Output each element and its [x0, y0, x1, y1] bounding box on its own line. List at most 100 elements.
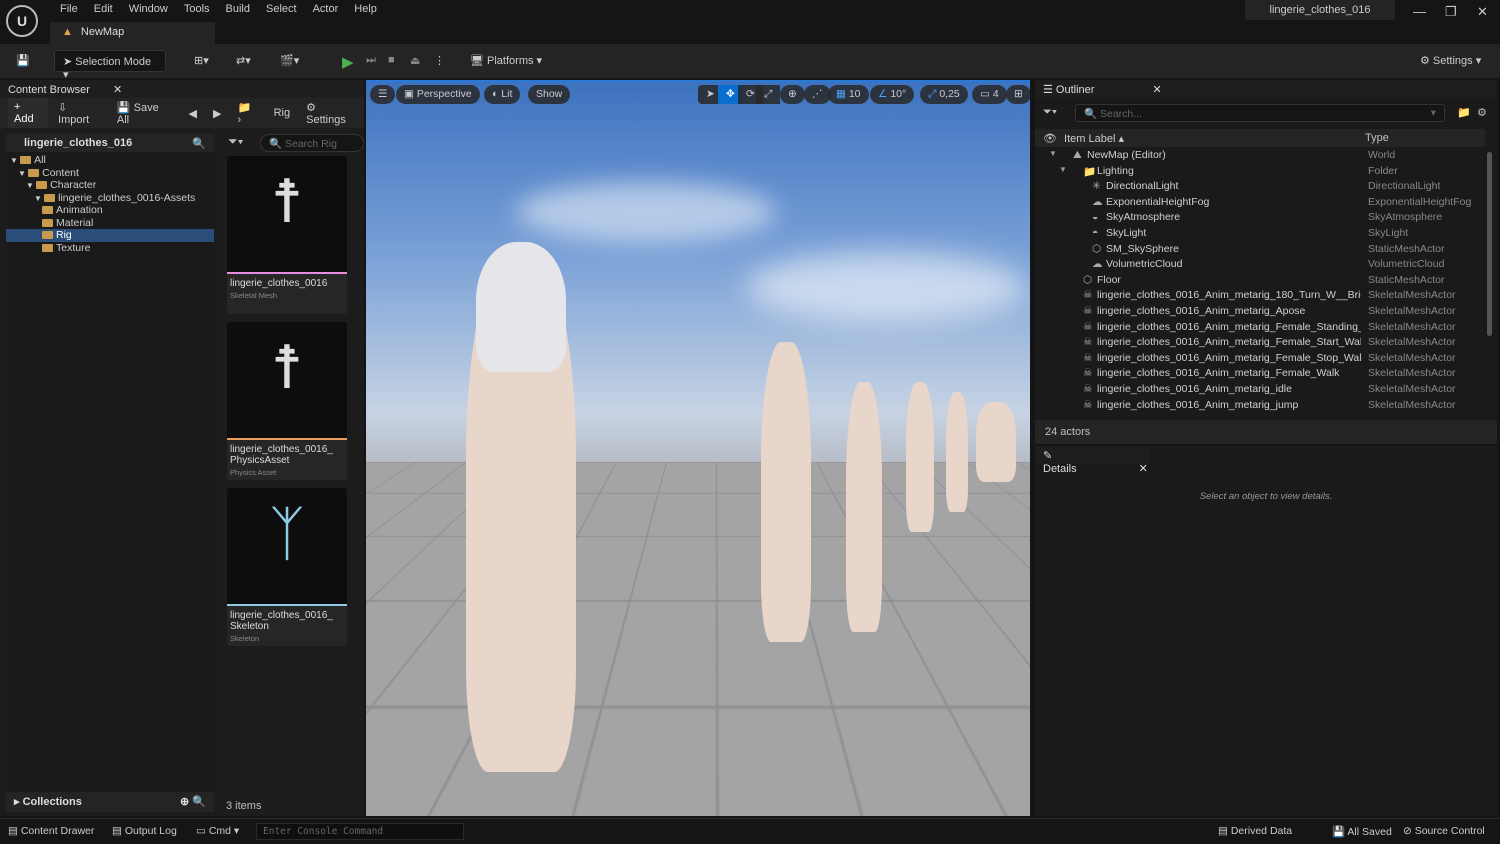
- console-input[interactable]: Enter Console Command: [256, 823, 464, 840]
- folder-rig[interactable]: Rig: [6, 229, 214, 242]
- folder-lingerie_clothes_0016-assets[interactable]: ▼ lingerie_clothes_0016-Assets: [6, 192, 214, 205]
- outliner-row[interactable]: ☠ lingerie_clothes_0016_Anim_metarig_jump…: [1035, 399, 1485, 415]
- eject-icon[interactable]: ⏏: [402, 50, 428, 72]
- outliner-row[interactable]: ☠ lingerie_clothes_0016_Anim_metarig_Fema…: [1035, 367, 1485, 383]
- surface-snap-icon[interactable]: ⋰: [804, 85, 831, 104]
- lit-button[interactable]: ◐ Lit: [484, 85, 521, 104]
- expand-arrow-icon[interactable]: ▼: [34, 194, 44, 203]
- close-tab-icon[interactable]: ✕: [1152, 84, 1161, 96]
- outliner-row[interactable]: ☠ lingerie_clothes_0016_Anim_metarig_180_…: [1035, 289, 1485, 305]
- world-space-icon[interactable]: ⊕: [780, 85, 805, 104]
- details-tab[interactable]: ✎ Details ✕: [1035, 446, 1150, 475]
- item-label-column[interactable]: Item Label ▴: [1064, 133, 1124, 145]
- folder-material[interactable]: Material: [6, 217, 214, 230]
- all-saved-button[interactable]: 💾 All Saved: [1332, 825, 1392, 838]
- source-control-button[interactable]: ⊘ Source Control: [1403, 825, 1485, 837]
- collections-header[interactable]: ▸ Collections ⊕ 🔍: [6, 792, 214, 812]
- restore-button[interactable]: ❐: [1445, 4, 1457, 20]
- expand-arrow-icon[interactable]: ▼: [18, 169, 28, 178]
- output-log-button[interactable]: ▤ Output Log: [112, 825, 177, 837]
- outliner-row[interactable]: ☁ ExponentialHeightFog ExponentialHeightFo…: [1035, 196, 1485, 212]
- folder-content[interactable]: ▼ Content: [6, 167, 214, 180]
- character-mesh[interactable]: [906, 382, 934, 532]
- filter-icon[interactable]: ⏷▾: [1043, 106, 1057, 119]
- character-mesh[interactable]: [761, 342, 811, 642]
- expand-arrow-icon[interactable]: ▼: [1059, 165, 1067, 174]
- menu-actor[interactable]: Actor: [305, 3, 347, 15]
- close-tab-icon[interactable]: ✕: [113, 84, 122, 96]
- menu-build[interactable]: Build: [218, 3, 258, 15]
- stop-icon[interactable]: ■: [380, 50, 403, 72]
- perspective-button[interactable]: ▣ Perspective: [396, 85, 480, 104]
- outliner-scrollbar[interactable]: [1487, 152, 1492, 336]
- menu-file[interactable]: File: [52, 3, 86, 15]
- close-button[interactable]: ✕: [1477, 4, 1488, 20]
- add-folder-icon[interactable]: 📁: [1457, 106, 1471, 119]
- import-button[interactable]: ⇩ Import: [52, 98, 107, 129]
- add-button[interactable]: + Add: [8, 98, 49, 128]
- breadcrumb-rig[interactable]: Rig: [268, 104, 297, 122]
- unreal-logo-icon[interactable]: U: [6, 5, 38, 37]
- selection-mode-dropdown[interactable]: ➤ Selection Mode ▾: [54, 50, 166, 81]
- outliner-row[interactable]: ⬡ SM_SkySphere StaticMeshActor: [1035, 243, 1485, 259]
- asset-tile[interactable]: ☨ lingerie_clothes_0016_ PhysicsAsset Phys…: [227, 322, 347, 480]
- platforms-dropdown[interactable]: 🖥 Platforms ▾: [462, 50, 550, 72]
- outliner-row[interactable]: ☠ lingerie_clothes_0016_Anim_metarig_Fema…: [1035, 352, 1485, 368]
- outliner-row[interactable]: ◒ SkyAtmosphere SkyAtmosphere: [1035, 211, 1485, 227]
- add-actor-icon[interactable]: ⊞▾: [186, 50, 217, 72]
- camera-speed-button[interactable]: ▭ 4: [972, 85, 1007, 104]
- expand-arrow-icon[interactable]: ▼: [1049, 149, 1057, 158]
- asset-tile[interactable]: ᛉ lingerie_clothes_0016_ Skeleton Skeleton: [227, 488, 347, 646]
- map-tab[interactable]: ▲ NewMap: [50, 22, 215, 44]
- menu-tools[interactable]: Tools: [176, 3, 218, 15]
- scale-tool-icon[interactable]: ⤢: [756, 85, 781, 104]
- visibility-icon[interactable]: 👁: [1043, 133, 1057, 145]
- level-viewport[interactable]: ☰ ▣ Perspective ◐ Lit Show ➤ ✥ ⟳ ⤢ ⊕ ⋰ ▦…: [366, 80, 1030, 816]
- search-rig-input[interactable]: 🔍 Search Rig: [260, 134, 364, 152]
- cmd-dropdown[interactable]: ▭ Cmd ▾: [196, 825, 239, 837]
- content-drawer-button[interactable]: ▤ Content Drawer: [8, 825, 94, 837]
- folder-all[interactable]: ▼ All: [6, 154, 214, 167]
- folder-texture[interactable]: Texture: [6, 242, 214, 255]
- menu-select[interactable]: Select: [258, 3, 305, 15]
- search-icon[interactable]: 🔍: [192, 137, 206, 150]
- blueprint-icon[interactable]: ⇄▾: [228, 50, 259, 72]
- outliner-settings-icon[interactable]: ⚙: [1477, 106, 1487, 119]
- character-mesh[interactable]: [846, 382, 882, 632]
- menu-help[interactable]: Help: [346, 3, 385, 15]
- save-icon[interactable]: 💾: [8, 50, 38, 72]
- asset-tile[interactable]: ☨ lingerie_clothes_0016 Skeletal Mesh: [227, 156, 347, 314]
- folder-animation[interactable]: Animation: [6, 204, 214, 217]
- more-options-icon[interactable]: ⋮: [426, 50, 453, 72]
- outliner-row[interactable]: ☠ lingerie_clothes_0016_Anim_metarig_idle…: [1035, 383, 1485, 399]
- expand-arrow-icon[interactable]: ▼: [10, 156, 20, 165]
- character-mesh[interactable]: [946, 392, 968, 512]
- grid-snap-button[interactable]: ▦ 10: [828, 85, 869, 104]
- tree-root-header[interactable]: lingerie_clothes_016 🔍: [6, 134, 214, 152]
- rotation-snap-button[interactable]: ∠ 10°: [870, 85, 915, 104]
- derived-data-button[interactable]: ▤ Derived Data: [1218, 825, 1292, 837]
- outliner-row[interactable]: ▼ 📁 Lighting Folder: [1035, 165, 1485, 181]
- close-tab-icon[interactable]: ✕: [1139, 463, 1148, 475]
- type-column[interactable]: Type: [1365, 132, 1389, 144]
- outliner-row[interactable]: ☠ lingerie_clothes_0016_Anim_metarig_Fema…: [1035, 321, 1485, 337]
- show-button[interactable]: Show: [528, 85, 571, 104]
- cb-settings-button[interactable]: ⚙ Settings: [300, 98, 364, 129]
- menu-window[interactable]: Window: [121, 3, 176, 15]
- character-mesh[interactable]: [976, 402, 1016, 482]
- scale-snap-button[interactable]: ⤢ 0,25: [920, 85, 968, 104]
- settings-dropdown[interactable]: ⚙ Settings ▾: [1412, 50, 1489, 72]
- outliner-row[interactable]: ▼ ⛰ NewMap (Editor) World: [1035, 149, 1485, 165]
- content-browser-tab[interactable]: Content Browser ✕: [0, 80, 364, 98]
- outliner-row[interactable]: ⬡ Floor StaticMeshActor: [1035, 274, 1485, 290]
- filter-icon[interactable]: ⏷▾: [228, 134, 243, 149]
- save-all-button[interactable]: 💾 Save All: [111, 98, 179, 129]
- minimize-button[interactable]: —: [1413, 4, 1426, 19]
- outliner-row[interactable]: ☁ VolumetricCloud VolumetricCloud: [1035, 258, 1485, 274]
- add-collection-icon[interactable]: ⊕ 🔍: [180, 795, 206, 808]
- outliner-search-input[interactable]: 🔍 Search... ▾: [1075, 104, 1445, 122]
- outliner-row[interactable]: ☠ lingerie_clothes_0016_Anim_metarig_Apos…: [1035, 305, 1485, 321]
- history-forward-icon[interactable]: ▶: [207, 104, 227, 123]
- folder-character[interactable]: ▼ Character: [6, 179, 214, 192]
- cinematics-icon[interactable]: 🎬▾: [272, 50, 307, 72]
